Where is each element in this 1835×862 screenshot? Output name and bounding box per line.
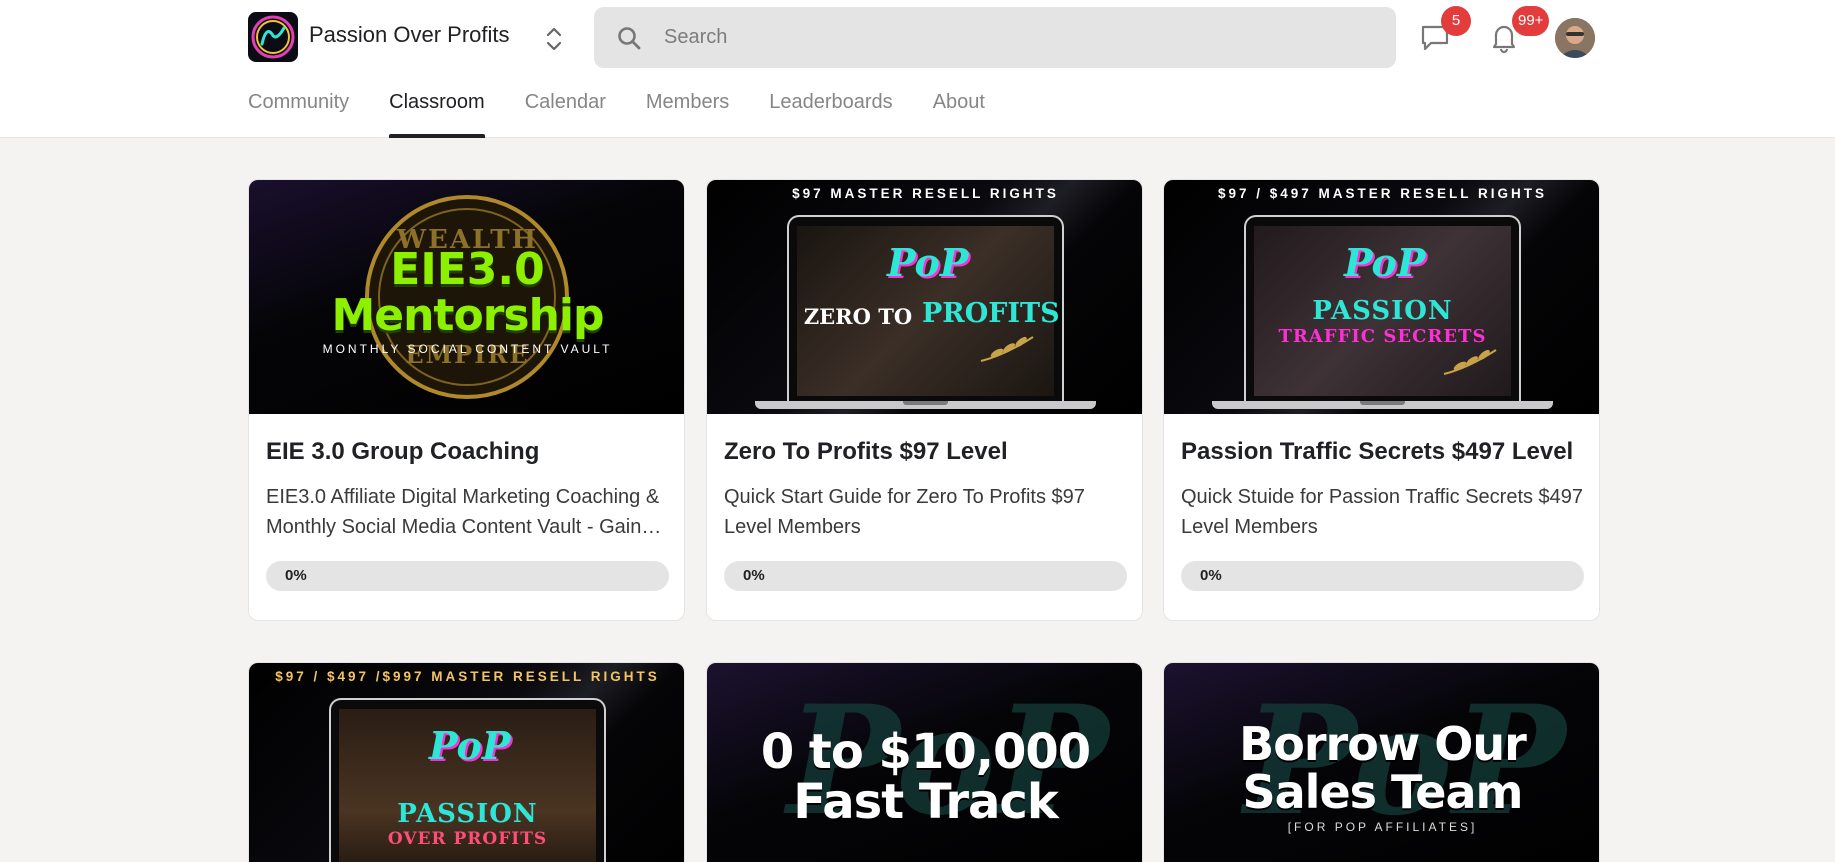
group-logo[interactable] [248,12,298,62]
thumbnail-banner: $97 MASTER RESELL RIGHTS [792,186,1059,201]
course-thumbnail: WEALTH EMPIRE EIE3.0 Mentorship MONTHLY … [249,180,684,414]
top-header: Passion Over Profits 5 99+ [0,0,1835,138]
search-bar[interactable] [594,7,1396,68]
course-description: EIE3.0 Affiliate Digital Marketing Coach… [266,486,660,538]
thumbnail-logo: PoP [887,240,969,285]
chat-badge: 5 [1441,6,1471,36]
course-card[interactable]: WEALTH EMPIRE EIE3.0 Mentorship MONTHLY … [248,179,685,621]
course-thumbnail: PoP 0 to $10,000 Fast Track [707,663,1142,862]
progress-label: 0% [743,567,765,584]
thumbnail-logo: PoP [429,723,511,768]
course-card[interactable]: $97 MASTER RESELL RIGHTS PoP ZERO TO PRO… [706,179,1143,621]
thumbnail-product-line-1: PASSION [397,799,538,829]
course-card[interactable]: PoP Borrow Our Sales Team [FOR POP AFFIL… [1163,662,1600,862]
course-description: Quick Start Guide for Zero To Profits $9… [724,486,1085,538]
thumbnail-headline-2: Mentorship [331,290,604,341]
search-icon [616,25,642,51]
tab-leaderboards[interactable]: Leaderboards [769,88,892,138]
progress-bar: 0% [266,561,669,591]
group-name[interactable]: Passion Over Profits [309,22,510,48]
tab-members[interactable]: Members [646,88,729,138]
course-card[interactable]: $97 / $497 /$997 MASTER RESELL RIGHTS Po… [248,662,685,862]
laptop-screen: PoP ZERO TO PROFITS [797,226,1060,396]
thumbnail-banner: $97 / $497 /$997 MASTER RESELL RIGHTS [275,669,660,684]
thumbnail-product-prefix: ZERO TO [803,304,913,329]
progress-label: 0% [1200,567,1222,584]
notification-badge: 99+ [1512,6,1550,36]
course-title: EIE 3.0 Group Coaching [266,438,540,465]
progress-bar: 0% [1181,561,1584,591]
laptop-screen: PoP PASSION OVER PROFITS [339,709,596,862]
laptop-notch [903,401,948,405]
tab-about[interactable]: About [933,88,985,138]
course-thumbnail: $97 / $497 MASTER RESELL RIGHTS PoP PASS… [1164,180,1599,414]
laptop-screen: PoP PASSION TRAFFIC SECRETS [1254,226,1511,396]
course-title: Passion Traffic Secrets $497 Level [1181,438,1574,465]
thumbnail-product-line-2: OVER PROFITS [387,829,548,849]
course-card[interactable]: $97 / $497 MASTER RESELL RIGHTS PoP PASS… [1163,179,1600,621]
thumbnail-headline: 0 to $10,000 [760,724,1091,780]
thumbnail-headline-2: Sales Team [1242,765,1524,819]
course-thumbnail: PoP Borrow Our Sales Team [FOR POP AFFIL… [1164,663,1599,862]
search-input[interactable] [664,17,1364,57]
thumbnail-logo: PoP [1344,240,1426,285]
laptop-graphic: PoP PASSION TRAFFIC SECRETS [1244,215,1521,402]
course-card[interactable]: PoP 0 to $10,000 Fast Track [706,662,1143,862]
course-thumbnail: $97 MASTER RESELL RIGHTS PoP ZERO TO PRO… [707,180,1142,414]
progress-label: 0% [285,567,307,584]
laurel-icon [980,336,1034,362]
thumbnail-banner: $97 / $497 MASTER RESELL RIGHTS [1217,186,1548,201]
laurel-icon [1443,349,1497,375]
laptop-graphic: PoP PASSION OVER PROFITS [329,698,606,862]
thumbnail-subline: MONTHLY SOCIAL CONTENT VAULT [322,342,613,356]
course-description: Quick Stuide for Passion Traffic Secrets… [1181,486,1584,538]
thumbnail-product-name: PROFITS [922,298,1060,329]
thumbnail-headline: Borrow Our [1239,717,1527,771]
progress-bar: 0% [724,561,1127,591]
laptop-notch [1360,401,1405,405]
tab-community[interactable]: Community [248,88,349,138]
thumbnail-headline: EIE3.0 [390,244,545,295]
course-title: Zero To Profits $97 Level [724,438,1008,465]
group-switcher-icon[interactable] [540,24,568,54]
tab-calendar[interactable]: Calendar [525,88,606,138]
thumbnail-subline: [FOR POP AFFILIATES] [1287,820,1478,834]
user-avatar[interactable] [1555,18,1595,58]
thumbnail-headline-2: Fast Track [793,774,1059,830]
course-thumbnail: $97 / $497 /$997 MASTER RESELL RIGHTS Po… [249,663,684,862]
thumbnail-product-line-1: PASSION [1312,296,1453,326]
laptop-graphic: PoP ZERO TO PROFITS [787,215,1064,402]
tab-classroom[interactable]: Classroom [389,88,485,138]
tab-bar: Community Classroom Calendar Members Lea… [248,88,1025,138]
